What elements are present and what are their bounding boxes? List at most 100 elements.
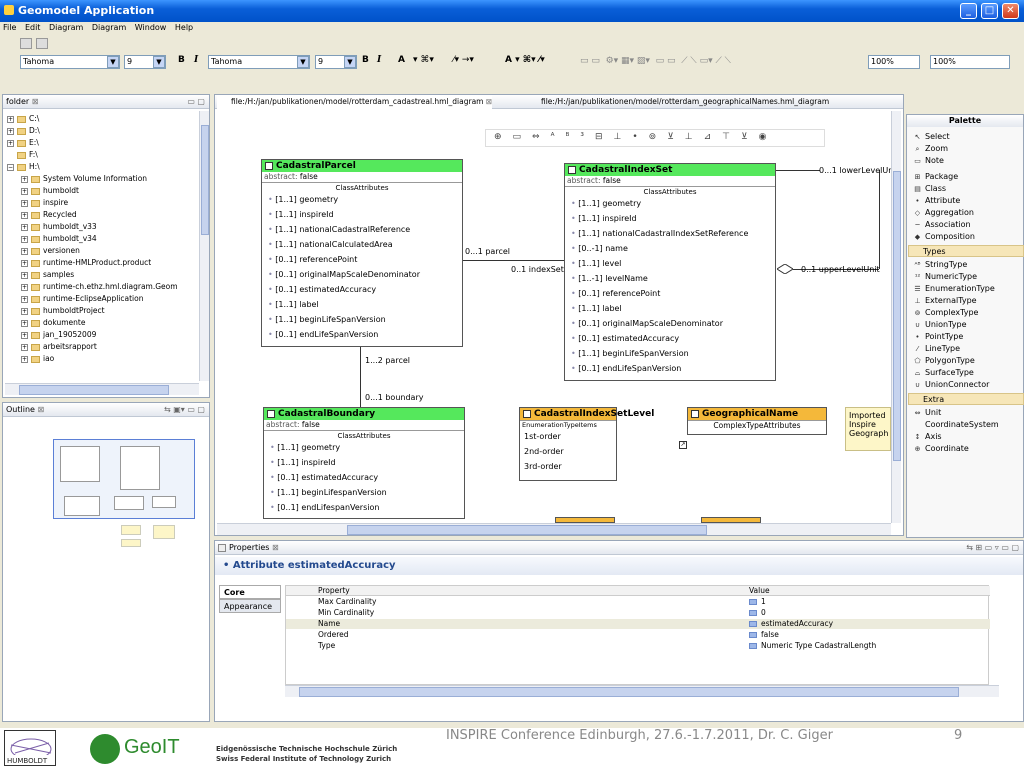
expand-toggle-icon[interactable]: + bbox=[21, 235, 28, 243]
folder-tab-title[interactable]: folder bbox=[6, 97, 29, 106]
palette-tool-aggregation[interactable]: ◇ Aggregation bbox=[913, 207, 974, 219]
complex-type-geographical-name[interactable]: GeographicalName ComplexTypeAttributes bbox=[687, 407, 827, 435]
palette-tool-select[interactable]: ↖ Select bbox=[913, 131, 950, 143]
class-attribute[interactable]: [0..1] estimatedAccuracy bbox=[565, 331, 775, 346]
class-attribute[interactable]: [1..1] nationalCalculatedArea bbox=[262, 237, 462, 252]
class-attribute[interactable]: [0..-1] name bbox=[565, 241, 775, 256]
property-row[interactable]: Type Numeric Type CadastralLength bbox=[286, 641, 990, 651]
class-attribute[interactable]: [1..1] geometry bbox=[264, 440, 464, 455]
palette-tool-class[interactable]: ▤ Class bbox=[913, 183, 946, 195]
palette-tool-unit[interactable]: ⇔ Unit bbox=[913, 407, 942, 419]
chevron-down-icon[interactable]: ▼ bbox=[153, 56, 165, 68]
palette-tool-coordinatesystem[interactable]: CoordinateSystem bbox=[913, 419, 999, 431]
menu-edit[interactable]: Edit bbox=[22, 22, 44, 33]
palette-tool-externaltype[interactable]: ⊥ ExternalType bbox=[913, 295, 976, 307]
folder-tree-item[interactable]: + runtime-EclipseApplication bbox=[21, 293, 143, 304]
expand-toggle-icon[interactable]: + bbox=[21, 187, 28, 195]
expand-toggle-icon[interactable]: + bbox=[21, 283, 28, 291]
expand-toggle-icon[interactable]: + bbox=[21, 211, 28, 219]
palette-tool-surfacetype[interactable]: ⌓ SurfaceType bbox=[913, 367, 974, 379]
menu-window[interactable]: Window bbox=[132, 22, 170, 33]
font-color-button[interactable]: A bbox=[398, 55, 405, 65]
class-attribute[interactable]: [0..1] estimatedAccuracy bbox=[264, 470, 464, 485]
property-value[interactable]: estimatedAccuracy bbox=[761, 619, 833, 629]
class-attribute[interactable]: [0..1] endLifeSpanVersion bbox=[565, 361, 775, 376]
folder-tree-item[interactable]: + runtime-HMLProduct.product bbox=[21, 257, 151, 268]
class-attribute[interactable]: [1..1] beginLifeSpanVersion bbox=[565, 346, 775, 361]
property-value[interactable]: Numeric Type CadastralLength bbox=[761, 641, 876, 651]
palette-tool-uniontype[interactable]: ∪ UnionType bbox=[913, 319, 967, 331]
class-attribute[interactable]: [1..1] geometry bbox=[262, 192, 462, 207]
minimize-button[interactable]: _ bbox=[960, 3, 977, 19]
class-attribute[interactable]: [0..1] endLifespanVersion bbox=[264, 500, 464, 515]
class-attribute[interactable]: [1..1] geometry bbox=[565, 196, 775, 211]
class-attribute[interactable]: [1..1] label bbox=[262, 297, 462, 312]
class-attribute[interactable]: [1..1] beginLifeSpanVersion bbox=[262, 312, 462, 327]
palette-tool-coordinate[interactable]: ⊕ Coordinate bbox=[913, 443, 969, 455]
palette-tool-package[interactable]: ⊞ Package bbox=[913, 171, 959, 183]
palette-section-extra[interactable]: Extra bbox=[908, 393, 1024, 405]
expand-toggle-icon[interactable]: + bbox=[21, 355, 28, 363]
expand-toggle-icon[interactable]: + bbox=[7, 127, 14, 135]
expand-toggle-icon[interactable]: + bbox=[21, 319, 28, 327]
note-imported-inspire[interactable]: Imported Inspire Geograph bbox=[845, 407, 891, 451]
font-family-select[interactable]: Tahoma bbox=[20, 55, 120, 69]
palette-tool-zoom[interactable]: ⌕ Zoom bbox=[913, 143, 949, 155]
expand-toggle-icon[interactable]: + bbox=[21, 307, 28, 315]
menu-file[interactable]: File bbox=[0, 22, 19, 33]
folder-tree-item[interactable]: + arbeitsrapport bbox=[21, 341, 97, 352]
folder-tree-item[interactable]: + humboldtProject bbox=[21, 305, 105, 316]
properties-tab-title[interactable]: Properties bbox=[229, 543, 269, 552]
class-attribute[interactable]: [1..-1] levelName bbox=[565, 271, 775, 286]
expand-toggle-icon[interactable]: + bbox=[21, 271, 28, 279]
expand-toggle-icon[interactable]: + bbox=[7, 139, 14, 147]
zoom-select-2[interactable]: 100% bbox=[930, 55, 1010, 69]
tab-geographical-names-diagram[interactable]: file:/H:/jan/publikationen/model/rotterd… bbox=[527, 95, 829, 109]
class-attribute[interactable]: [1..1] nationalCadastralIndexSetReferenc… bbox=[565, 226, 775, 241]
italic-button-2[interactable]: I bbox=[377, 55, 381, 65]
outline-tab-title[interactable]: Outline bbox=[6, 405, 35, 414]
class-attribute[interactable]: [1..1] level bbox=[565, 256, 775, 271]
folder-tree-item[interactable]: + humboldt bbox=[21, 185, 79, 196]
folder-horizontal-scrollbar[interactable] bbox=[5, 383, 199, 395]
property-row[interactable]: Max Cardinality 1 bbox=[286, 597, 990, 607]
palette-tool-enumerationtype[interactable]: ☰ EnumerationType bbox=[913, 283, 994, 295]
expand-toggle-icon[interactable] bbox=[7, 152, 14, 159]
folder-tree-item[interactable]: + Recycled bbox=[21, 209, 77, 220]
save-icon[interactable] bbox=[20, 38, 32, 49]
expand-toggle-icon[interactable]: + bbox=[21, 175, 28, 183]
expand-toggle-icon[interactable]: + bbox=[21, 343, 28, 351]
tab-appearance[interactable]: Appearance bbox=[219, 599, 281, 613]
diagram-vertical-scrollbar[interactable] bbox=[891, 111, 901, 523]
diagram-horizontal-scrollbar[interactable] bbox=[217, 523, 891, 535]
palette-tool-numerictype[interactable]: ¹² NumericType bbox=[913, 271, 977, 283]
fill-color-icon[interactable]: ▾ ⌘▾ bbox=[413, 55, 434, 65]
folder-tree-item[interactable]: + runtime-ch.ethz.hml.diagram.Geom bbox=[21, 281, 178, 292]
palette-section-types[interactable]: Types bbox=[908, 245, 1024, 257]
association-parcel-boundary[interactable] bbox=[360, 347, 361, 407]
folder-tree-item[interactable]: + C:\ bbox=[7, 113, 39, 124]
folder-tree-item[interactable]: + System Volume Information bbox=[21, 173, 147, 184]
chevron-down-icon[interactable]: ▼ bbox=[297, 56, 309, 68]
property-value[interactable]: 1 bbox=[761, 597, 766, 607]
expand-toggle-icon[interactable]: + bbox=[21, 259, 28, 267]
bold-button[interactable]: B bbox=[178, 55, 185, 65]
line-style-icon[interactable]: ⁄▾ →▾ bbox=[453, 55, 474, 65]
expand-toggle-icon[interactable]: + bbox=[21, 199, 28, 207]
class-attribute[interactable]: [1..1] nationalCadastralReference bbox=[262, 222, 462, 237]
palette-tool-pointtype[interactable]: • PointType bbox=[913, 331, 963, 343]
class-cadastral-parcel[interactable]: CadastralParcel abstract: false ClassAtt… bbox=[261, 159, 463, 347]
menu-diagram-2[interactable]: Diagram bbox=[89, 22, 129, 33]
class-attribute[interactable]: [0..1] originalMapScaleDenominator bbox=[565, 316, 775, 331]
class-attribute[interactable]: [0..1] endLifeSpanVersion bbox=[262, 327, 462, 342]
link-icon[interactable]: ↗ bbox=[679, 441, 687, 449]
properties-horizontal-scrollbar[interactable] bbox=[285, 685, 999, 697]
palette-tool-association[interactable]: ─ Association bbox=[913, 219, 970, 231]
palette-tool-polygontype[interactable]: ⬠ PolygonType bbox=[913, 355, 974, 367]
expand-toggle-icon[interactable]: − bbox=[7, 163, 14, 171]
folder-tree-item[interactable]: + inspire bbox=[21, 197, 68, 208]
font-family-select-2[interactable]: Tahoma bbox=[208, 55, 310, 69]
menu-diagram[interactable]: Diagram bbox=[46, 22, 86, 33]
expand-toggle-icon[interactable]: + bbox=[21, 247, 28, 255]
enum-cadastral-index-set-level[interactable]: CadastralIndexSetLevel EnumerationTypeIt… bbox=[519, 407, 654, 481]
